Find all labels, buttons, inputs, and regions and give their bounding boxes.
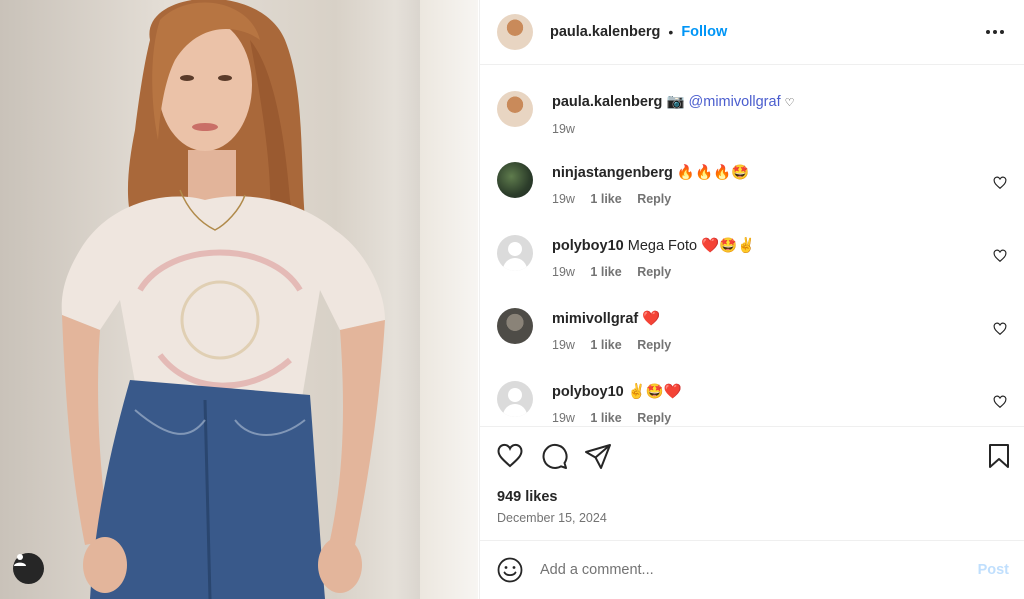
comment-likes[interactable]: 1 like bbox=[590, 265, 621, 279]
like-comment-icon[interactable] bbox=[993, 176, 1007, 190]
commenter-avatar[interactable] bbox=[497, 162, 533, 198]
comment-time: 19w bbox=[552, 192, 575, 206]
post-comment-button[interactable]: Post bbox=[978, 562, 1009, 578]
post-actions: 949 likes December 15, 2024 bbox=[480, 426, 1024, 541]
photo-illustration bbox=[61, 0, 385, 599]
post-header: paula.kalenberg • Follow bbox=[480, 0, 1024, 65]
tagged-users-button[interactable] bbox=[13, 553, 44, 584]
comment-likes[interactable]: 1 like bbox=[590, 192, 621, 206]
caption-mention[interactable]: @mimivollgraf bbox=[689, 94, 781, 110]
comment-username[interactable]: mimivollgraf bbox=[552, 311, 638, 327]
post-details-panel: paula.kalenberg • Follow paula.kalenberg… bbox=[479, 0, 1024, 599]
header-separator: • bbox=[668, 24, 674, 40]
more-options-icon[interactable] bbox=[985, 22, 1005, 42]
reply-button[interactable]: Reply bbox=[637, 411, 671, 425]
commenter-avatar[interactable] bbox=[497, 235, 533, 271]
heart-icon[interactable] bbox=[496, 442, 524, 470]
caption-heart: ♡ bbox=[784, 97, 795, 109]
comment-time: 19w bbox=[552, 338, 575, 352]
post-photo[interactable] bbox=[0, 0, 479, 599]
likes-count[interactable]: 949 likes bbox=[497, 489, 557, 505]
author-username[interactable]: paula.kalenberg bbox=[550, 24, 660, 40]
comment-composer: Post bbox=[480, 540, 1024, 599]
post-date: December 15, 2024 bbox=[497, 511, 607, 525]
comment-likes[interactable]: 1 like bbox=[590, 411, 621, 425]
comments-list[interactable]: paula.kalenberg 📷 @mimivollgraf ♡ 19w ni… bbox=[480, 66, 1024, 426]
like-comment-icon[interactable] bbox=[993, 322, 1007, 336]
comment-username[interactable]: polyboy10 bbox=[552, 384, 624, 400]
reply-button[interactable]: Reply bbox=[637, 265, 671, 279]
caption-avatar[interactable] bbox=[497, 91, 533, 127]
caption-username[interactable]: paula.kalenberg bbox=[552, 94, 662, 110]
comment-input[interactable] bbox=[540, 562, 960, 578]
comment-likes[interactable]: 1 like bbox=[590, 338, 621, 352]
reply-button[interactable]: Reply bbox=[637, 338, 671, 352]
like-comment-icon[interactable] bbox=[993, 395, 1007, 409]
comment-text: Mega Foto ❤️🤩✌️ bbox=[627, 238, 756, 254]
like-comment-icon[interactable] bbox=[993, 249, 1007, 263]
reply-button[interactable]: Reply bbox=[637, 192, 671, 206]
comment-username[interactable]: ninjastangenberg bbox=[552, 165, 673, 181]
comment-username[interactable]: polyboy10 bbox=[552, 238, 624, 254]
emoji-icon[interactable] bbox=[497, 557, 523, 583]
user-icon bbox=[14, 554, 26, 566]
comment-text: ❤️ bbox=[642, 311, 661, 327]
commenter-avatar[interactable] bbox=[497, 308, 533, 344]
bookmark-icon[interactable] bbox=[985, 442, 1013, 470]
commenter-avatar[interactable] bbox=[497, 381, 533, 417]
author-avatar[interactable] bbox=[497, 14, 533, 50]
follow-button[interactable]: Follow bbox=[681, 24, 727, 40]
comment-text: ✌️🤩❤️ bbox=[627, 384, 682, 400]
share-icon[interactable] bbox=[584, 442, 612, 470]
caption-time: 19w bbox=[552, 122, 575, 136]
comment-time: 19w bbox=[552, 411, 575, 425]
camera-emoji: 📷 bbox=[666, 94, 685, 110]
comment-text: 🔥🔥🔥🤩 bbox=[676, 165, 750, 181]
comment-icon[interactable] bbox=[540, 442, 568, 470]
comment-time: 19w bbox=[552, 265, 575, 279]
